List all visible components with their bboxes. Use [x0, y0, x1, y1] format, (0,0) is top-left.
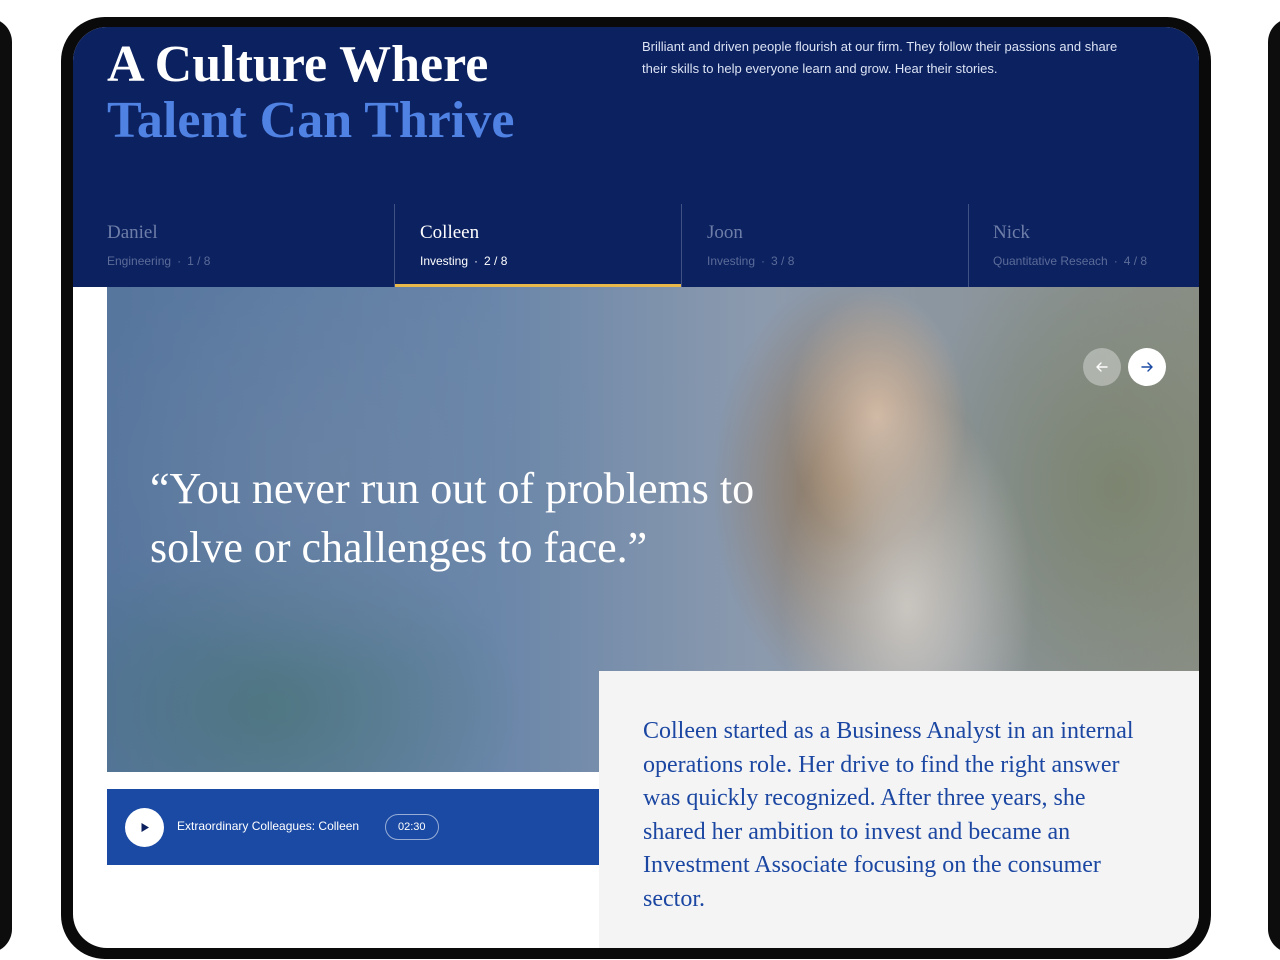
tab-name: Colleen [420, 222, 480, 243]
people-tabs: Daniel Engineering · 1 / 8 Colleen Investi… [107, 204, 1199, 287]
title-line-2: Talent Can Thrive [107, 92, 515, 149]
tab-separator: · [1113, 254, 1118, 268]
tab-position: 3 / 8 [771, 254, 795, 268]
story-text: Colleen started as a Business Analyst in… [643, 718, 1134, 912]
video-title: Extraordinary Colleagues: Colleen [177, 819, 360, 833]
tab-meta: Investing · 2 / 8 [420, 254, 507, 268]
play-button[interactable] [125, 808, 164, 847]
arrow-left-icon [1096, 362, 1108, 372]
tab-name: Daniel [107, 222, 158, 243]
story-card: Colleen started as a Business Analyst in… [599, 671, 1199, 948]
tab-daniel[interactable]: Daniel Engineering · 1 / 8 [107, 204, 394, 287]
tab-meta: Engineering · 1 / 8 [107, 254, 210, 268]
tab-team: Investing [420, 254, 469, 268]
tab-separator: · [761, 254, 766, 268]
tab-meta: Quantitative Reseach · 4 / 8 [993, 254, 1147, 268]
video-duration-badge: 02:30 [385, 814, 439, 840]
tab-team: Quantitative Reseach [993, 254, 1108, 268]
tab-separator: · [474, 254, 479, 268]
tab-nick[interactable]: Nick Quantitative Reseach · 4 / 8 [968, 204, 1199, 287]
title-line-1: A Culture Where [107, 36, 489, 93]
tab-position: 1 / 8 [187, 254, 211, 268]
tab-name: Nick [993, 222, 1030, 243]
tab-position: 4 / 8 [1123, 254, 1148, 268]
tab-separator: · [177, 254, 182, 268]
video-player-bar: Extraordinary Colleagues: Colleen 02:30 [107, 789, 599, 865]
tablet-screen: A Culture Where Talent Can Thrive Brilli… [73, 27, 1199, 948]
arrow-right-icon [1141, 362, 1153, 372]
adjacent-device-right [1268, 18, 1280, 953]
pull-quote: “You never run out of problems to solve … [150, 464, 755, 572]
tablet-frame: A Culture Where Talent Can Thrive Brilli… [61, 17, 1211, 959]
tab-team: Investing [707, 254, 756, 268]
page-title: A Culture Where Talent Can Thrive [107, 37, 514, 149]
hero-section: A Culture Where Talent Can Thrive Brilli… [73, 27, 1199, 287]
tab-joon[interactable]: Joon Investing · 3 / 8 [681, 204, 968, 287]
tab-name: Joon [707, 222, 743, 243]
tab-position: 2 / 8 [484, 254, 508, 268]
adjacent-device-left [0, 18, 12, 953]
tab-meta: Investing · 3 / 8 [707, 254, 794, 268]
tab-team: Engineering [107, 254, 172, 268]
intro-text: Brilliant and driven people flourish at … [642, 39, 1118, 76]
carousel-next-button[interactable] [1128, 348, 1166, 386]
tab-colleen[interactable]: Colleen Investing · 2 / 8 [394, 204, 681, 287]
play-icon [141, 823, 149, 832]
carousel-prev-button[interactable] [1083, 348, 1121, 386]
